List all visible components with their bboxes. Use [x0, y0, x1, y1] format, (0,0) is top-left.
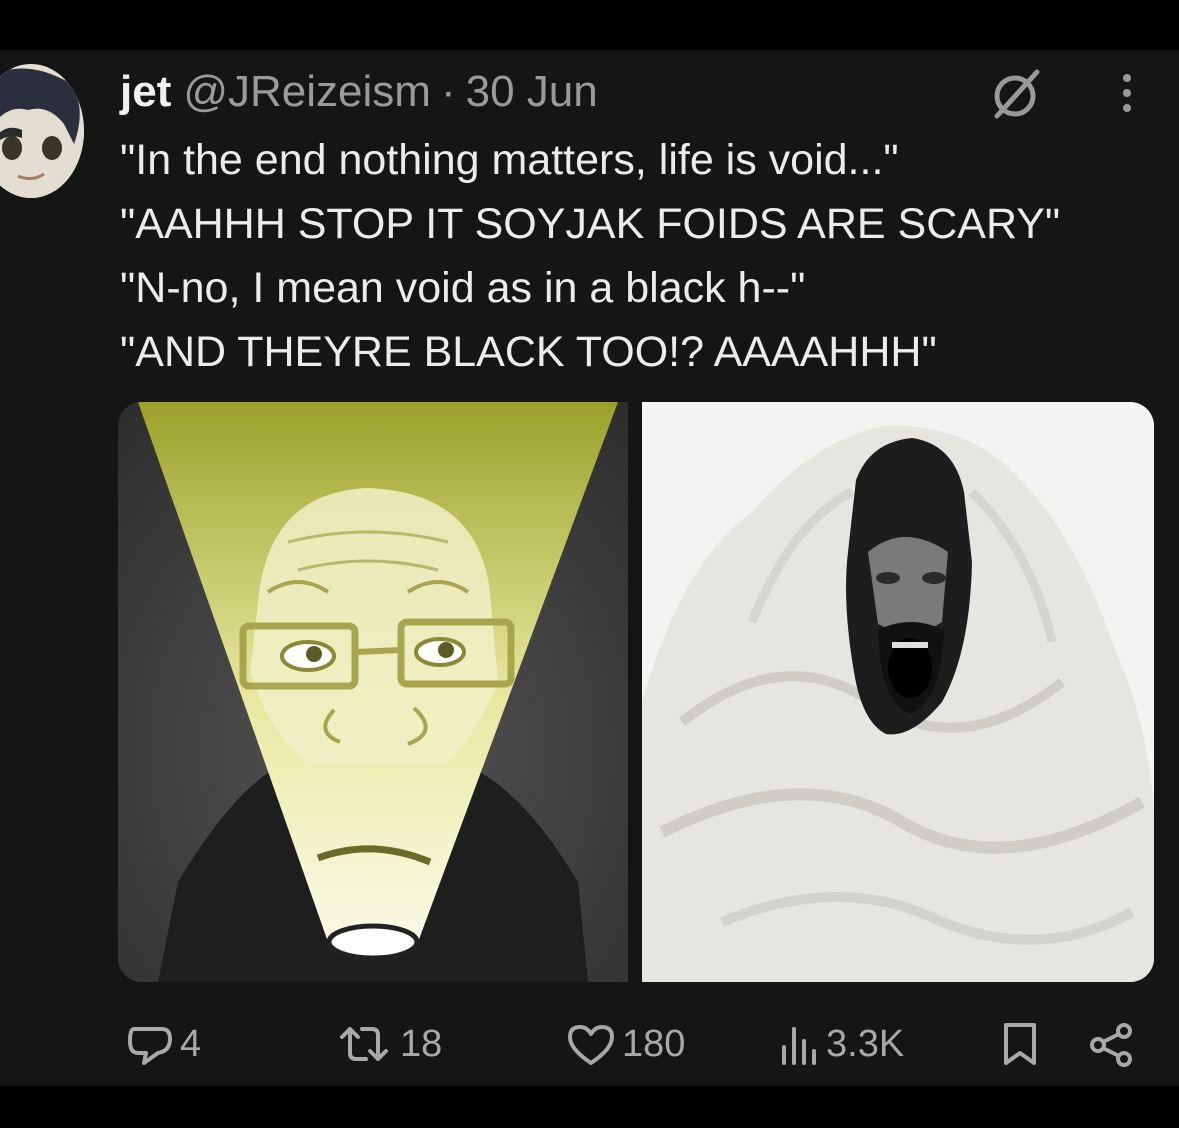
repost-count: 18	[400, 1022, 443, 1065]
separator-dot: ·	[440, 67, 456, 116]
media-divider	[628, 402, 642, 982]
share-button[interactable]	[1080, 1016, 1136, 1072]
share-icon	[1086, 1021, 1136, 1067]
repost-button[interactable]: 18	[328, 1016, 442, 1072]
top-black-bar	[0, 0, 1179, 50]
tweet-line: "AND THEYRE BLACK TOO!? AAAAHHH"	[120, 328, 937, 376]
soyjak-flashlight-image[interactable]	[118, 402, 628, 982]
tweet-actions: 4 18 180 3.3K	[118, 1016, 1138, 1072]
reply-icon	[124, 1021, 174, 1067]
bookmark-icon	[1000, 1021, 1040, 1067]
blanket-scream-image[interactable]	[642, 402, 1154, 982]
tweet-line: "In the end nothing matters, life is voi…	[120, 136, 899, 184]
user-handle[interactable]: @JReizeism	[183, 67, 431, 117]
repost-icon	[334, 1021, 394, 1067]
tweet-date[interactable]: 30 Jun	[466, 67, 598, 117]
view-count: 3.3K	[826, 1022, 905, 1065]
tweet-header: jet @JReizeism · 30 Jun	[120, 62, 598, 122]
grok-icon[interactable]	[985, 66, 1045, 122]
tweet-line: "AAHHH STOP IT SOYJAK FOIDS ARE SCARY"	[120, 200, 1061, 248]
reply-count: 4	[180, 1022, 202, 1065]
display-name[interactable]: jet	[120, 67, 171, 117]
more-icon[interactable]	[1112, 68, 1142, 118]
bottom-black-bar	[0, 1086, 1179, 1128]
tweet-line: "N-no, I mean void as in a black h--"	[120, 264, 806, 312]
views-button[interactable]: 3.3K	[770, 1016, 904, 1072]
tweet-text: "In the end nothing matters, life is voi…	[120, 128, 1160, 384]
like-button[interactable]: 180	[560, 1016, 685, 1072]
reply-button[interactable]: 4	[118, 1016, 201, 1072]
tweet-media[interactable]	[118, 402, 1154, 982]
like-count: 180	[622, 1022, 686, 1065]
bookmark-button[interactable]	[994, 1016, 1040, 1072]
like-icon	[566, 1021, 616, 1067]
views-icon	[776, 1021, 820, 1067]
